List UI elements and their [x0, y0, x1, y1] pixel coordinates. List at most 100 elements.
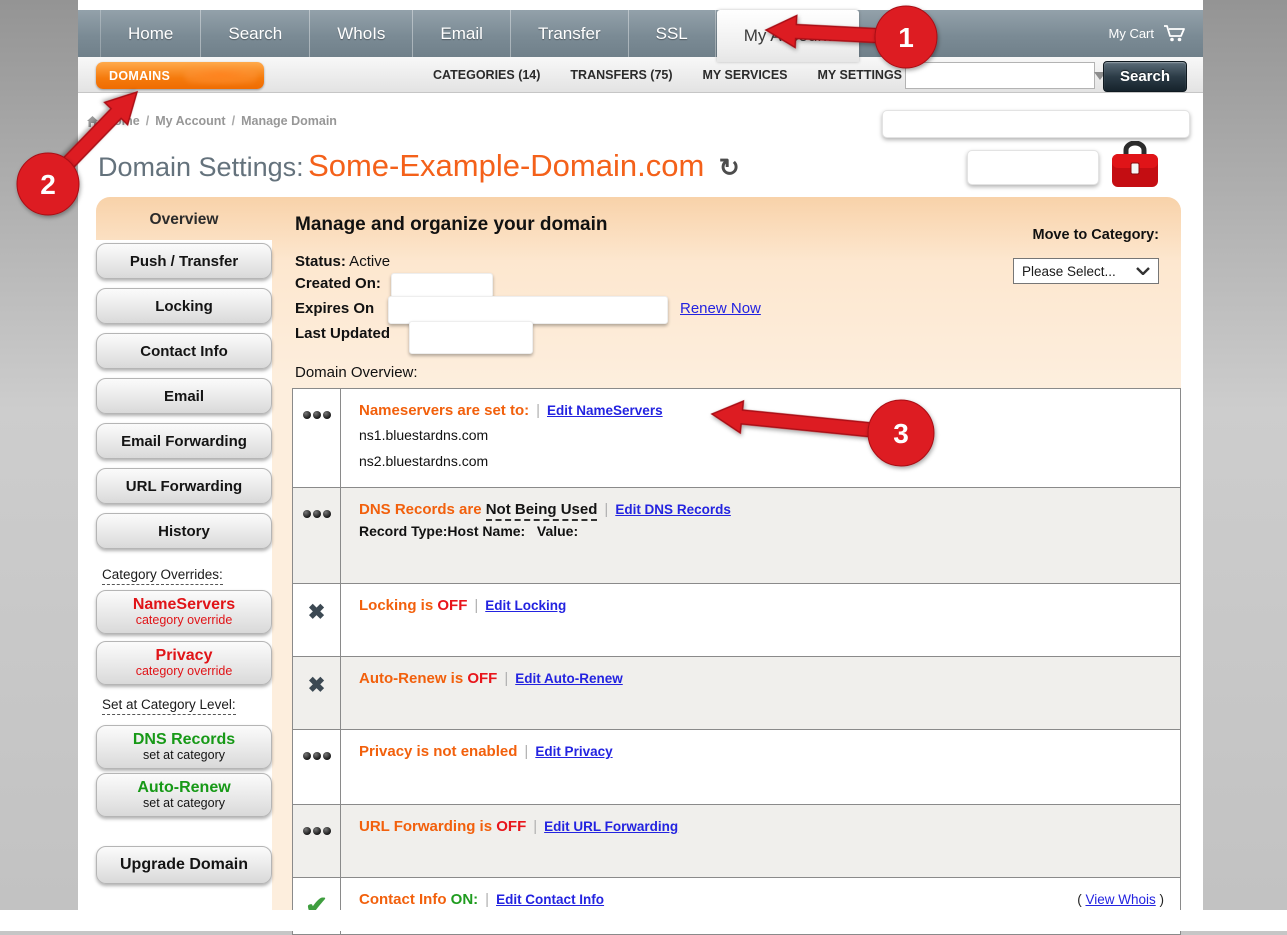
sidebar-item-label: Contact Info: [140, 343, 228, 360]
row-body: DNS Records are Not Being Used|Edit DNS …: [341, 488, 1180, 583]
domain-settings-panel: Overview Push / Transfer Locking Contact I…: [96, 197, 1181, 910]
table-row: Privacy is not enabled|Edit Privacy: [293, 729, 1180, 804]
button-subtitle: category override: [136, 614, 233, 628]
row-icon-cell: [293, 730, 341, 804]
row-title-part: OFF: [437, 597, 467, 614]
header-search-input[interactable]: [906, 63, 1094, 88]
sidebar-item-email-forwarding[interactable]: Email Forwarding: [96, 423, 272, 459]
created-on-label: Created On:: [295, 275, 381, 292]
row-title-part: Contact Info: [359, 891, 451, 908]
breadcrumb-item-home[interactable]: Home: [105, 114, 140, 128]
table-row: ✖Auto-Renew is OFF|Edit Auto-Renew: [293, 656, 1180, 729]
redacted-updated-date: [409, 321, 533, 354]
row-title-part: OFF: [496, 818, 526, 835]
sidebar-item-privacy[interactable]: Privacycategory override: [96, 641, 272, 685]
sidebar-item-locking[interactable]: Locking: [96, 288, 272, 324]
tab-ssl[interactable]: SSL: [629, 10, 716, 57]
subnav-item-transfers-75[interactable]: TRANSFERS (75): [570, 68, 672, 82]
sidebar-item-url-forwarding[interactable]: URL Forwarding: [96, 468, 272, 504]
content-heading: Manage and organize your domain: [295, 214, 608, 236]
status-value: Active: [346, 253, 390, 270]
sidebar-item-history[interactable]: History: [96, 513, 272, 549]
subnav-items: CATEGORIES (14) TRANSFERS (75) MY SERVICES…: [433, 57, 902, 92]
sidebar-item-label: Email: [164, 388, 204, 405]
off-cross-icon: ✖: [308, 602, 326, 656]
table-row: DNS Records are Not Being Used|Edit DNS …: [293, 487, 1180, 583]
expires-on-label: Expires On: [295, 300, 374, 317]
edit-link-edit-privacy[interactable]: Edit Privacy: [535, 744, 612, 759]
edit-link-edit-locking[interactable]: Edit Locking: [485, 598, 566, 613]
move-to-category-select[interactable]: Please Select...: [1013, 258, 1159, 284]
page-title: Domain Settings: Some-Example-Domain.com…: [98, 148, 740, 184]
edit-link-edit-url-forwarding[interactable]: Edit URL Forwarding: [544, 819, 678, 834]
row-body: URL Forwarding is OFF|Edit URL Forwardin…: [341, 805, 1180, 877]
nameserver-value: ns1.bluestardns.com: [359, 425, 1164, 445]
select-value: Please Select...: [1022, 264, 1116, 279]
header-search-combobox[interactable]: [905, 62, 1095, 89]
redacted-smudge: [184, 67, 258, 84]
tab-whois[interactable]: WhoIs: [310, 10, 413, 57]
tab-my-account[interactable]: My Account: [717, 10, 859, 62]
sidebar-item-overview[interactable]: Overview: [96, 203, 272, 236]
sidebar-item-nameservers[interactable]: NameServerscategory override: [96, 590, 272, 634]
toolbox-icon[interactable]: [1106, 141, 1164, 190]
refresh-icon[interactable]: ↻: [719, 153, 740, 183]
view-whois-link[interactable]: View Whois: [1085, 892, 1155, 907]
page-title-domain: Some-Example-Domain.com: [308, 148, 704, 183]
edit-link-edit-dns-records[interactable]: Edit DNS Records: [615, 502, 731, 517]
row-title-part: ON:: [451, 891, 479, 908]
subnav-item-categories-14[interactable]: CATEGORIES (14): [433, 68, 540, 82]
title-link-separator: |: [524, 743, 528, 760]
status-dots-icon: [303, 752, 331, 804]
row-icon-cell: [293, 389, 341, 487]
renew-now-link[interactable]: Renew Now: [680, 300, 761, 317]
sidebar-item-email[interactable]: Email: [96, 378, 272, 414]
row-body: Nameservers are set to:|Edit NameServers…: [341, 389, 1180, 487]
set-at-category-label: Set at Category Level:: [102, 697, 236, 715]
sidebar-item-dns-records[interactable]: DNS Recordsset at category: [96, 725, 272, 769]
search-button-label: Search: [1120, 68, 1170, 85]
row-title-part: Not Being Used: [486, 501, 598, 521]
bottom-white-strip: [0, 910, 1287, 931]
sidebar-item-push-transfer[interactable]: Push / Transfer: [96, 243, 272, 279]
row-icon-cell: ✖: [293, 584, 341, 656]
edit-link-edit-nameservers[interactable]: Edit NameServers: [547, 403, 663, 418]
breadcrumb-items: Home/My Account/Manage Domain: [105, 114, 337, 128]
subnav-item-my-settings[interactable]: MY SETTINGS: [818, 68, 903, 82]
breadcrumb-item-manage-domain[interactable]: Manage Domain: [241, 114, 337, 128]
page-canvas: HomeSearchWhoIsEmailTransferSSLMy Accoun…: [78, 0, 1203, 910]
sidebar-item-contact-info[interactable]: Contact Info: [96, 333, 272, 369]
tab-search[interactable]: Search: [201, 10, 310, 57]
tab-transfer[interactable]: Transfer: [511, 10, 629, 57]
row-icon-cell: [293, 805, 341, 877]
status-dots-icon: [303, 411, 331, 487]
table-row: URL Forwarding is OFF|Edit URL Forwardin…: [293, 804, 1180, 877]
edit-link-edit-auto-renew[interactable]: Edit Auto-Renew: [515, 671, 623, 686]
page-left-gutter: [0, 0, 78, 910]
home-icon: [86, 115, 99, 128]
header-search-button[interactable]: Search: [1103, 61, 1187, 92]
breadcrumb-separator: /: [232, 114, 235, 128]
sidebar-item-label: URL Forwarding: [126, 478, 242, 495]
edit-link-edit-contact-info[interactable]: Edit Contact Info: [496, 892, 604, 907]
button-subtitle: set at category: [143, 797, 225, 811]
subnav-domains-button[interactable]: DOMAINS: [96, 62, 264, 89]
sidebar-item-label: Overview: [150, 211, 219, 229]
tab-home[interactable]: Home: [100, 10, 201, 57]
subnav-item-my-services[interactable]: MY SERVICES: [703, 68, 788, 82]
paren-text: ): [1156, 892, 1164, 907]
title-link-separator: |: [474, 597, 478, 614]
redacted-expiry-date: [388, 296, 668, 324]
row-title: Privacy is not enabled|Edit Privacy: [359, 743, 1164, 760]
upgrade-domain-button[interactable]: Upgrade Domain: [96, 846, 272, 884]
sidebar-item-label: Push / Transfer: [130, 253, 238, 270]
tab-email[interactable]: Email: [413, 10, 511, 57]
breadcrumb-item-my-account[interactable]: My Account: [155, 114, 225, 128]
table-row: Nameservers are set to:|Edit NameServers…: [293, 389, 1180, 487]
row-title: URL Forwarding is OFF|Edit URL Forwardin…: [359, 818, 1164, 835]
upgrade-domain-label: Upgrade Domain: [120, 856, 248, 874]
my-cart-button[interactable]: My Cart: [1109, 10, 1188, 57]
sidebar-item-auto-renew[interactable]: Auto-Renewset at category: [96, 773, 272, 817]
nameserver-value: ns2.bluestardns.com: [359, 451, 1164, 471]
row-right-link: ( View Whois ): [1077, 892, 1164, 907]
